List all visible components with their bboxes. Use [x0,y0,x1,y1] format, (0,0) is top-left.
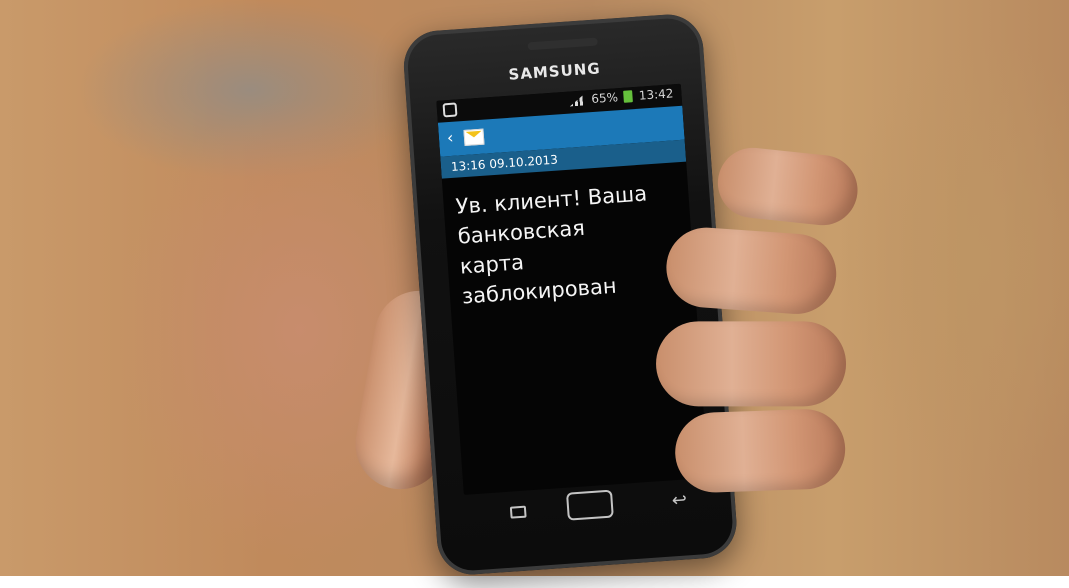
finger-1 [714,144,861,229]
mail-icon [463,128,485,146]
finger-4 [673,407,847,494]
camera-icon [442,102,458,118]
battery-percent: 65% [590,90,619,107]
finger-3 [656,321,847,407]
back-chevron-icon[interactable]: ‹ [446,128,454,147]
home-button[interactable] [565,489,614,521]
status-icons: 65% 13:42 [569,86,674,107]
signal-icon [569,93,586,106]
battery-icon [623,90,634,103]
hand [610,143,912,588]
menu-key-icon[interactable] [509,505,527,519]
earpiece [527,37,598,51]
finger-2 [663,224,839,317]
status-time: 13:42 [638,86,674,103]
